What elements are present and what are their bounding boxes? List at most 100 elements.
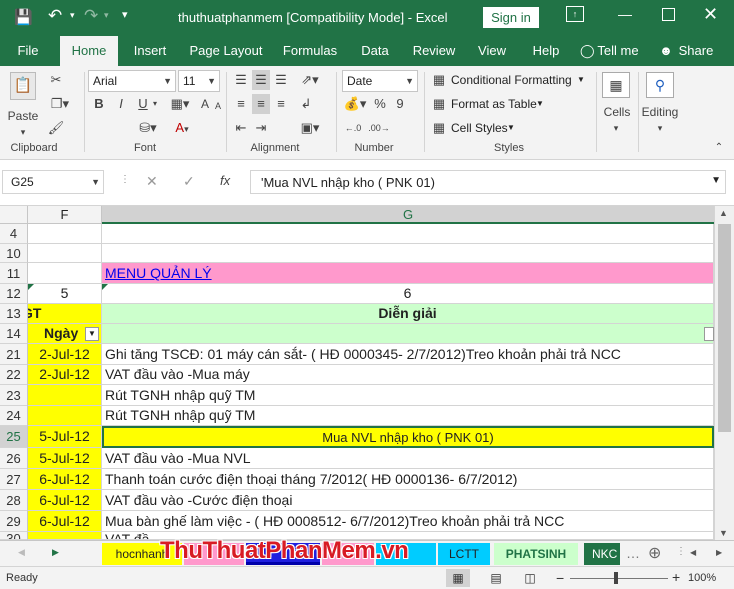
cut-icon[interactable]: ✂ — [46, 70, 66, 90]
cell-g14[interactable] — [102, 324, 714, 344]
format-as-table-icon[interactable]: ▦ — [430, 94, 448, 114]
row-header[interactable]: 13 — [0, 304, 28, 324]
table-row-date[interactable] — [28, 406, 102, 426]
table-row-description[interactable]: VAT đầu vào -Mua NVL — [102, 448, 714, 469]
table-row-description[interactable]: Rút TGNH nhập quỹ TM — [102, 406, 714, 426]
row-header[interactable]: 14 — [0, 324, 28, 344]
tab-split-grip-icon[interactable]: ⋮ — [676, 546, 686, 557]
undo-icon[interactable]: ↶ — [48, 6, 62, 26]
paste-icon[interactable]: 📋 — [10, 72, 36, 100]
vertical-scrollbar[interactable]: ▲ ▼ — [714, 206, 734, 540]
zoom-out-icon[interactable]: − — [556, 570, 564, 586]
row-header[interactable]: 30 — [0, 532, 28, 540]
person-icon[interactable]: ☻ — [658, 36, 674, 66]
menu-link[interactable]: MENU QUẢN LÝ — [102, 263, 714, 284]
collapse-ribbon-icon[interactable]: ⌃ — [712, 138, 726, 158]
row-header[interactable]: 29 — [0, 511, 28, 532]
bold-button[interactable]: B — [90, 94, 108, 114]
hscroll-right-icon[interactable]: ▶ — [716, 548, 722, 557]
cell-g12[interactable]: 6 — [102, 284, 714, 304]
filter-dropdown-icon[interactable]: ▼ — [85, 327, 99, 341]
cell-styles-icon[interactable]: ▦ — [430, 118, 448, 138]
row-header[interactable]: 10 — [0, 244, 28, 263]
sign-in-button[interactable]: Sign in — [483, 7, 539, 28]
zoom-in-icon[interactable]: + — [672, 569, 680, 585]
sheet-tab-phatsinh[interactable]: PHATSINH — [494, 543, 578, 565]
row-header[interactable]: 22 — [0, 365, 28, 385]
close-icon[interactable]: ✕ — [703, 4, 718, 25]
table-row-date[interactable]: 6-Jul-12 — [28, 511, 102, 532]
formula-input[interactable]: 'Mua NVL nhập kho ( PNK 01) ▼ — [250, 170, 726, 194]
zoom-slider-thumb[interactable] — [614, 572, 618, 584]
increase-indent-icon[interactable]: ⇥ — [252, 118, 270, 138]
tab-data[interactable]: Data — [356, 36, 394, 66]
cells-icon[interactable]: ▦ — [602, 72, 630, 98]
column-header-f[interactable]: F — [28, 206, 102, 224]
accounting-format-icon[interactable]: 💰▾ — [342, 94, 368, 114]
table-row-description[interactable]: Rút TGNH nhập quỹ TM — [102, 385, 714, 406]
cell-f10[interactable] — [28, 244, 102, 263]
table-row-date[interactable]: 2-Jul-12 — [28, 365, 102, 385]
row-header[interactable]: 28 — [0, 490, 28, 511]
align-left-icon[interactable]: ≡ — [232, 94, 250, 114]
scroll-thumb[interactable] — [718, 224, 731, 432]
maximize-icon[interactable] — [662, 8, 675, 21]
paste-dropdown-icon[interactable]: ▾ — [14, 122, 32, 142]
tab-help[interactable]: Help — [526, 36, 566, 66]
row-header[interactable]: 23 — [0, 385, 28, 406]
increase-decimal-icon[interactable]: ←.0 — [342, 118, 364, 138]
tell-me-box[interactable]: Tell me — [596, 36, 640, 66]
shrink-font-icon[interactable]: A — [212, 96, 224, 116]
row-header[interactable]: 4 — [0, 224, 28, 244]
column-header-g[interactable]: G — [102, 206, 714, 224]
name-box[interactable]: G25 ▼ — [2, 170, 104, 194]
wrap-text-icon[interactable]: ↲ — [296, 94, 316, 114]
font-size-box[interactable]: 11 ▼ — [178, 70, 220, 92]
sheet-tab-nkc[interactable]: NKC — [584, 543, 620, 565]
table-row-description[interactable]: VAT đầu vào -Cước điện thoại — [102, 490, 714, 511]
scroll-down-icon[interactable]: ▼ — [719, 528, 728, 538]
share-button[interactable]: Share — [676, 36, 716, 66]
tab-home[interactable]: Home — [60, 36, 118, 66]
cell-f13[interactable]: GT — [28, 304, 102, 324]
header-dien-giai[interactable]: Diễn giải — [102, 304, 714, 324]
expand-formula-icon[interactable]: ▼ — [711, 175, 721, 186]
page-break-view-icon[interactable]: ◫ — [520, 569, 540, 587]
redo-icon[interactable]: ↷ — [84, 6, 98, 26]
selected-cell-g25[interactable]: Mua NVL nhập kho ( PNK 01) — [102, 426, 714, 448]
comma-style-button[interactable]: 9 — [392, 94, 408, 114]
zoom-level[interactable]: 100% — [688, 572, 716, 584]
tab-file[interactable]: File — [10, 36, 46, 66]
middle-align-icon[interactable]: ☰ — [252, 70, 270, 90]
cell-f12[interactable]: 5 — [28, 284, 102, 304]
more-sheets-icon[interactable]: … — [626, 545, 640, 561]
table-row-description[interactable]: Thanh toán cước điện thoại tháng 7/2012(… — [102, 469, 714, 490]
tab-formulas[interactable]: Formulas — [278, 36, 342, 66]
row-header-selected[interactable]: 25 — [0, 426, 28, 448]
tab-review[interactable]: Review — [408, 36, 460, 66]
scroll-tabs-right-icon[interactable]: ▶ — [52, 547, 59, 558]
decrease-decimal-icon[interactable]: .00→ — [368, 118, 390, 138]
italic-button[interactable]: I — [112, 94, 130, 114]
scroll-up-icon[interactable]: ▲ — [719, 208, 728, 218]
decrease-indent-icon[interactable]: ⇤ — [232, 118, 250, 138]
align-right-icon[interactable]: ≡ — [272, 94, 290, 114]
percent-style-button[interactable]: % — [372, 94, 388, 114]
page-layout-view-icon[interactable]: ▤ — [486, 569, 506, 587]
cell-g4[interactable] — [102, 224, 714, 244]
table-row-description[interactable]: Ghi tăng TSCĐ: 01 máy cán sắt- ( HĐ 0000… — [102, 344, 714, 365]
orientation-icon[interactable]: ⇗▾ — [296, 70, 324, 90]
lightbulb-icon[interactable]: ◯ — [580, 36, 595, 66]
underline-dropdown-icon[interactable]: ▾ — [150, 94, 160, 114]
conditional-formatting-button[interactable]: Conditional Formatting — [451, 73, 572, 87]
number-format-box[interactable]: Date ▼ — [342, 70, 418, 92]
table-row-date[interactable] — [28, 385, 102, 406]
table-row-date[interactable]: 2-Jul-12 — [28, 344, 102, 365]
insert-function-button[interactable]: fx — [220, 173, 230, 188]
center-icon[interactable]: ≡ — [252, 94, 270, 114]
row-header[interactable]: 11 — [0, 263, 28, 284]
table-row-date[interactable]: 5-Jul-12 — [28, 448, 102, 469]
cell-styles-button[interactable]: Cell Styles — [451, 121, 508, 135]
undo-dropdown-icon[interactable]: ▾ — [70, 10, 75, 21]
table-row-date[interactable] — [28, 532, 102, 540]
